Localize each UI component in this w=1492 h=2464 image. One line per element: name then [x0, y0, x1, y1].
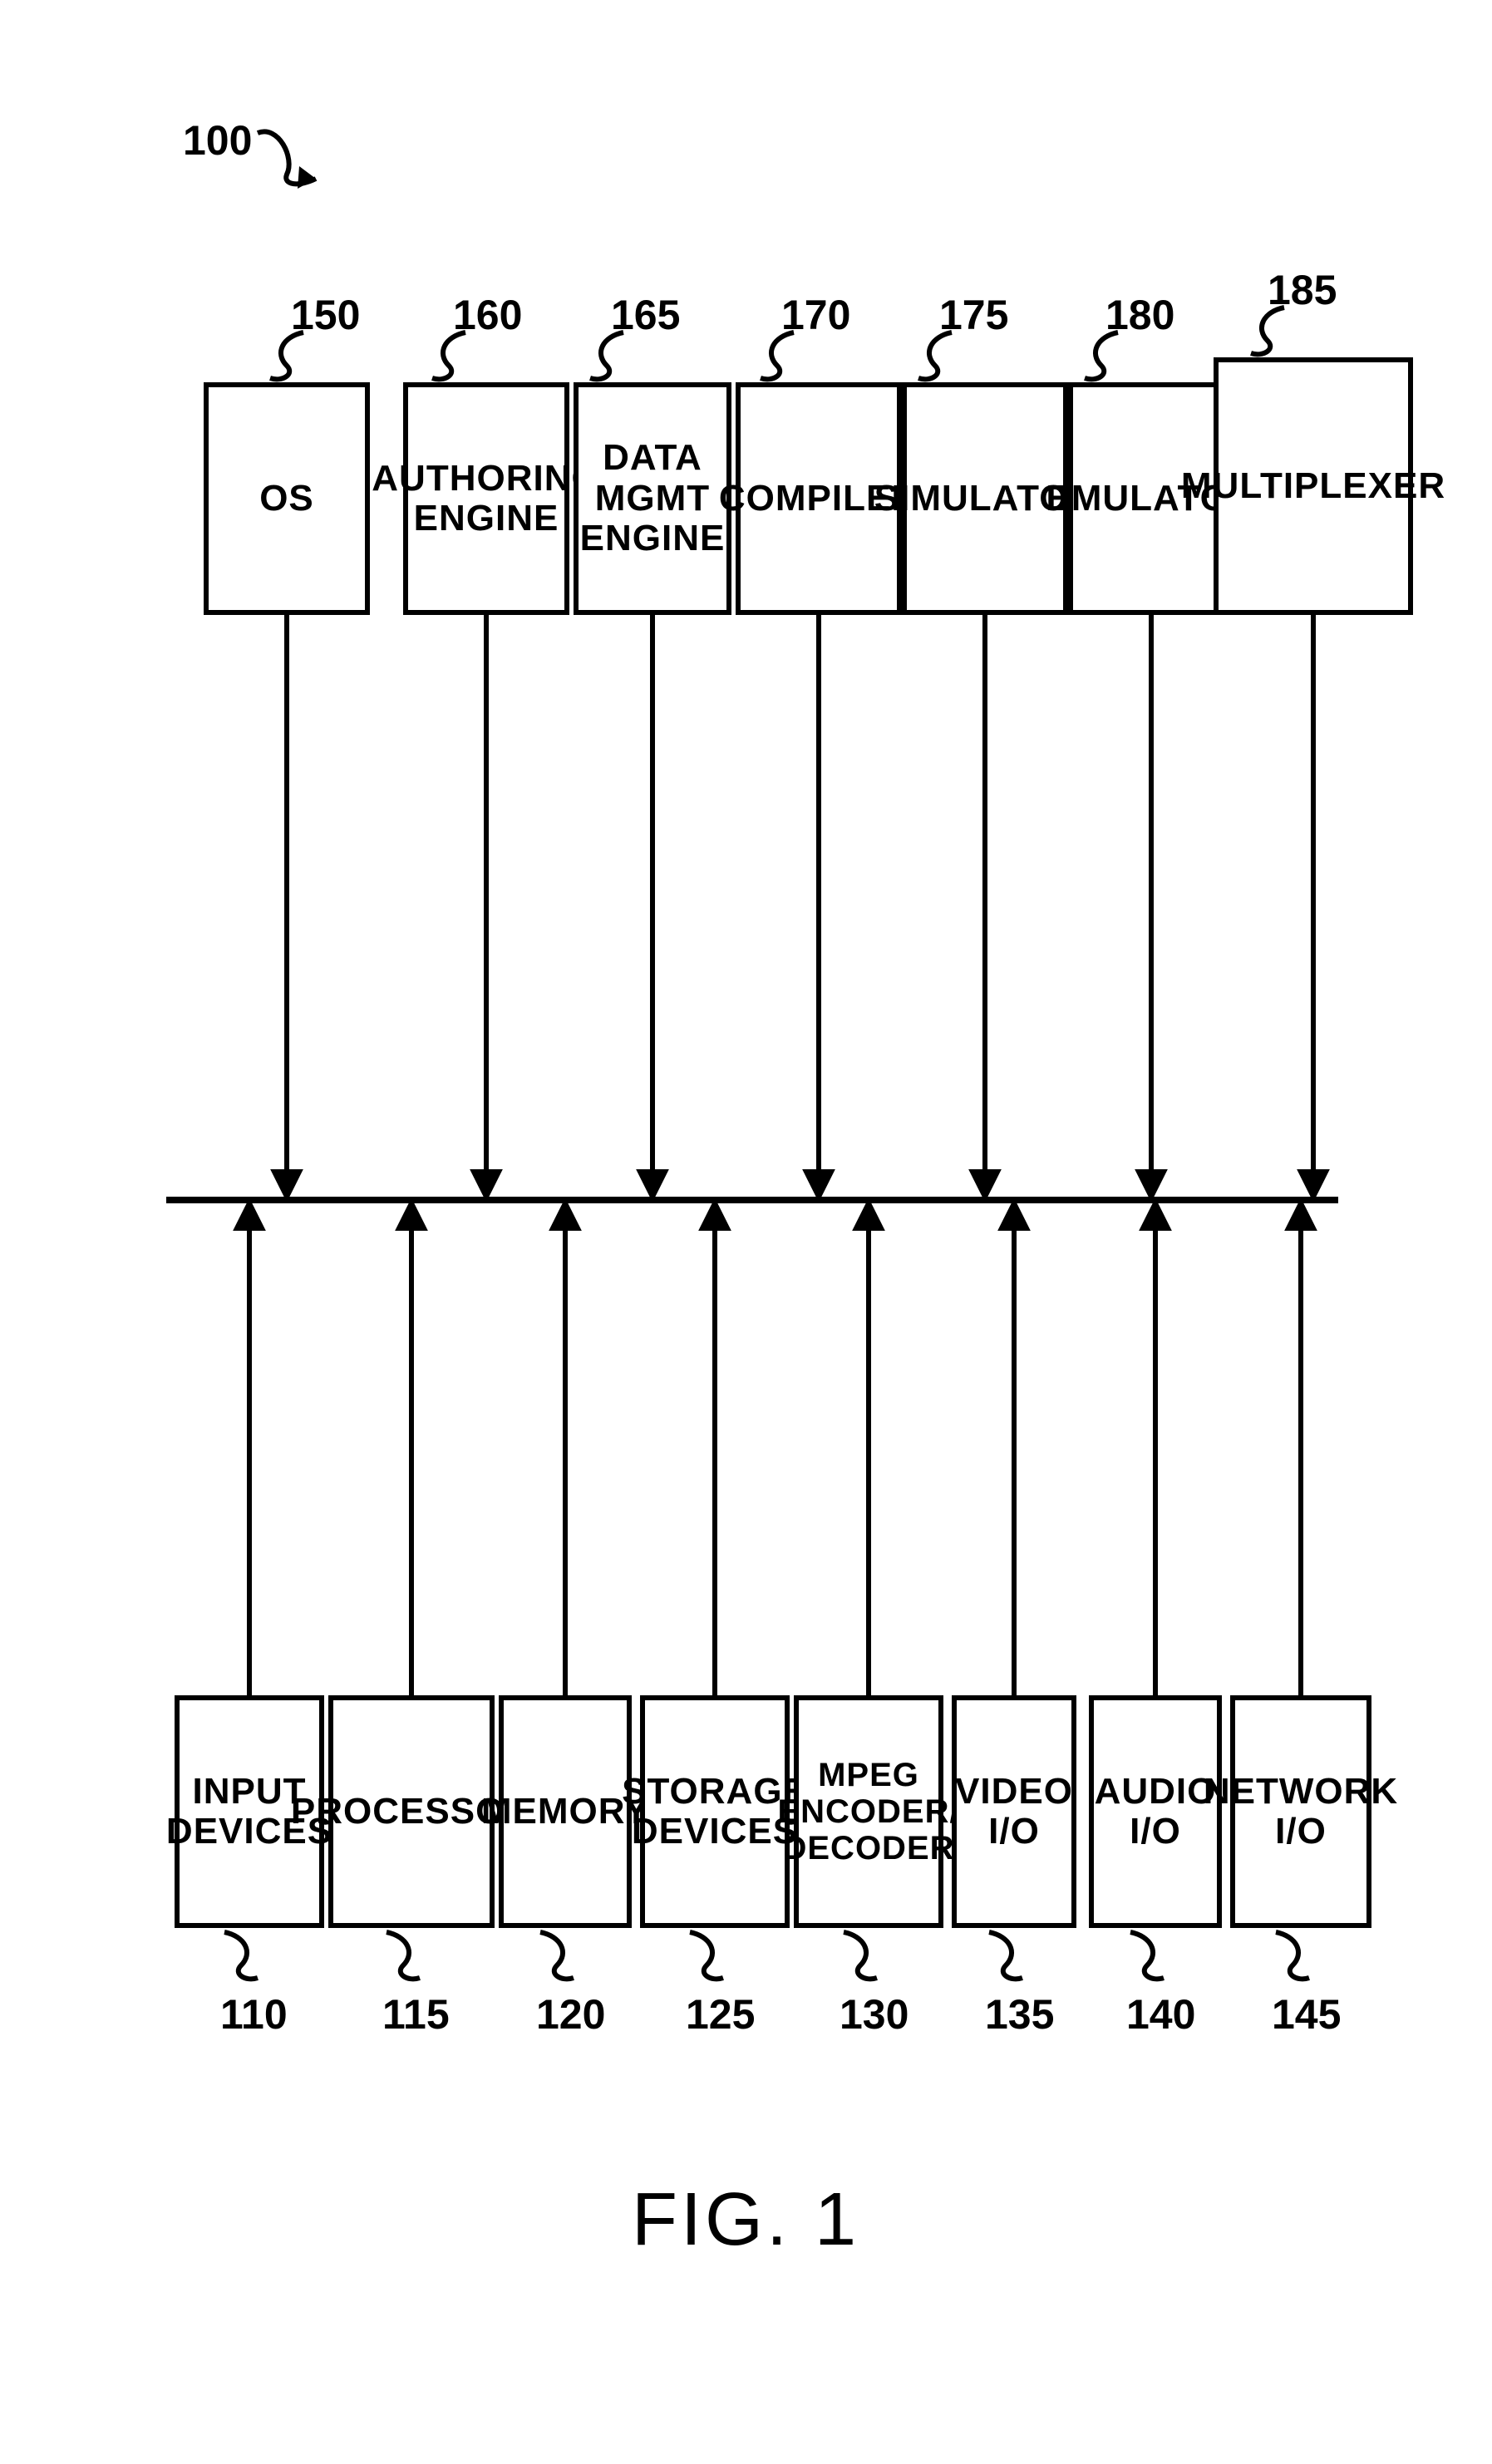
arrow-memory [544, 1203, 586, 1702]
arrow-compiler [798, 615, 840, 1205]
label-multiplexer: MULTIPLEXER [1181, 466, 1445, 506]
label-mpeg: MPEG ENCODER/ DECODER [777, 1757, 959, 1866]
ref-145: 145 [1272, 1990, 1341, 2039]
squig-125 [669, 1928, 752, 1986]
arrow-mpeg [848, 1203, 889, 1702]
arrow-input [229, 1203, 270, 1702]
squig-170 [740, 328, 823, 386]
arrow-authoring [465, 615, 507, 1205]
box-simulator: SIMULATOR [902, 382, 1068, 615]
squig-145 [1255, 1928, 1338, 1986]
box-audio: AUDIO I/O [1089, 1695, 1222, 1928]
arrow-os [266, 615, 308, 1205]
ref-125: 125 [686, 1990, 755, 2039]
box-datamgmt: DATA MGMT ENGINE [574, 382, 731, 615]
squig-140 [1110, 1928, 1193, 1986]
label-os: OS [259, 479, 314, 519]
label-audio: AUDIO I/O [1095, 1772, 1217, 1852]
arrow-datamgmt [632, 615, 673, 1205]
ref-140: 140 [1126, 1990, 1195, 2039]
ref-135: 135 [985, 1990, 1054, 2039]
box-memory: MEMORY [499, 1695, 632, 1928]
squig-150 [249, 328, 332, 386]
box-os: OS [204, 382, 370, 615]
system-ref-squiggle [249, 120, 349, 195]
squig-115 [366, 1928, 449, 1986]
figure-label: FIG. 1 [632, 2177, 859, 2263]
ref-115: 115 [382, 1990, 450, 2039]
box-video: VIDEO I/O [952, 1695, 1076, 1928]
box-mpeg: MPEG ENCODER/ DECODER [794, 1695, 943, 1928]
squig-135 [968, 1928, 1051, 1986]
arrow-storage [694, 1203, 736, 1702]
label-video: VIDEO I/O [955, 1772, 1073, 1852]
squig-120 [519, 1928, 603, 1986]
arrow-video [993, 1203, 1035, 1702]
box-multiplexer: MULTIPLEXER [1214, 357, 1413, 615]
ref-110: 110 [220, 1990, 288, 2039]
box-authoring: AUTHORING ENGINE [403, 382, 569, 615]
arrow-emulator [1130, 615, 1172, 1205]
ref-130: 130 [840, 1990, 908, 2039]
diagram-canvas: 100 150 OS 160 AUTHORING ENGINE 165 DATA… [0, 0, 1492, 2464]
ref-120: 120 [536, 1990, 605, 2039]
squig-185 [1230, 303, 1313, 361]
squig-160 [411, 328, 495, 386]
arrow-network [1280, 1203, 1322, 1702]
arrow-audio [1135, 1203, 1176, 1702]
squig-110 [204, 1928, 287, 1986]
label-authoring: AUTHORING ENGINE [372, 459, 600, 539]
arrow-processor [391, 1203, 432, 1702]
system-ref: 100 [183, 116, 252, 165]
box-network: NETWORK I/O [1230, 1695, 1371, 1928]
squig-175 [898, 328, 981, 386]
label-network: NETWORK I/O [1204, 1772, 1398, 1852]
arrow-multiplexer [1293, 615, 1334, 1205]
squig-180 [1064, 328, 1147, 386]
squig-165 [569, 328, 652, 386]
arrow-simulator [964, 615, 1006, 1205]
box-processor: PROCESSOR [328, 1695, 495, 1928]
box-storage: STORAGE DEVICES [640, 1695, 790, 1928]
label-datamgmt: DATA MGMT ENGINE [580, 438, 726, 558]
squig-130 [823, 1928, 906, 1986]
